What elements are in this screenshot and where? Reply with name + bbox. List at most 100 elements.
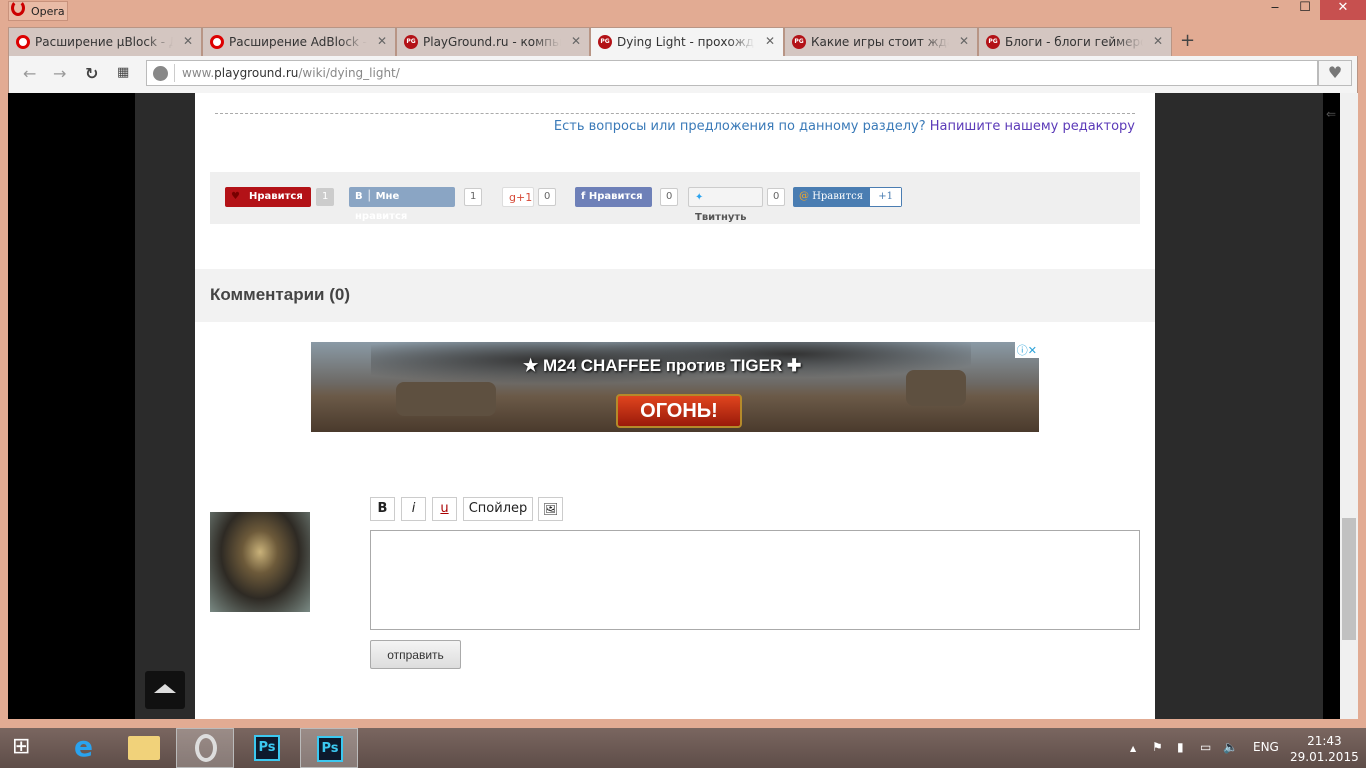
folder-icon (128, 736, 160, 760)
pg-like-button[interactable]: ♥ Нравится (225, 187, 311, 207)
tab-strip: Расширение µBlock - Доп✕ Расширение AdBl… (8, 27, 1208, 57)
social-share-bar: ♥ Нравится 1 В │ Мне нравится 1 g+1 0 f Н… (210, 172, 1140, 224)
tab-active[interactable]: PGDying Light - прохождени✕ (590, 27, 784, 57)
twitter-count: 0 (767, 188, 786, 206)
pg-icon: PG (986, 35, 1000, 49)
divider (215, 113, 1135, 114)
windows-icon: ⊞ (12, 734, 31, 759)
close-tab-icon[interactable]: ✕ (959, 34, 969, 48)
tank-image (396, 382, 496, 416)
volume-icon[interactable]: 🔈 (1223, 740, 1238, 754)
tab[interactable]: PGPlayGround.ru - компьюте✕ (396, 27, 590, 56)
ad-cta-button[interactable]: ОГОНЬ! (616, 394, 742, 428)
taskbar: ⊞ e Ps Ps ▲ ⚑ ▮ ▭ 🔈 ENG 21:43 29.01.2015 (0, 728, 1366, 768)
arrow-left-icon[interactable]: ⇐ (1326, 107, 1336, 121)
feedback-line: Есть вопросы или предложения по данному … (553, 119, 1135, 134)
clock[interactable]: 21:43 29.01.2015 (1290, 733, 1359, 765)
taskbar-photoshop[interactable]: Ps (300, 728, 358, 768)
address-bar[interactable]: www.playground.ru/wiki/dying_light/ (146, 60, 1318, 86)
web-page: ⇐ Есть вопросы или предложения по данном… (8, 93, 1358, 719)
opera-icon (16, 35, 30, 49)
pg-like-count: 1 (316, 188, 335, 206)
ad-banner[interactable]: ★ M24 CHAFFEE против TIGER ✚ ОГОНЬ! ⓘ✕ (311, 342, 1039, 432)
left-gutter (135, 93, 195, 719)
facebook-like-button[interactable]: f Нравится (575, 187, 652, 207)
write-editor-link[interactable]: Напишите нашему редактору (930, 119, 1135, 134)
vk-like-button[interactable]: В │ Мне нравится (349, 187, 455, 222)
ad-headline: ★ M24 CHAFFEE против TIGER ✚ (523, 356, 802, 375)
spoiler-button[interactable]: Спойлер (463, 497, 533, 521)
user-avatar (210, 512, 310, 612)
mailru-like-button[interactable]: @ Нравится +1 (793, 187, 902, 207)
twitter-button[interactable]: ✦ Твитнуть (688, 187, 763, 223)
taskbar-photoshop[interactable]: Ps (238, 728, 296, 768)
taskbar-ie[interactable]: e (58, 728, 116, 768)
tab[interactable]: Расширение µBlock - Доп✕ (8, 27, 202, 56)
minimize-button[interactable]: ‒ (1260, 0, 1290, 20)
content: Есть вопросы или предложения по данному … (195, 93, 1155, 719)
insert-image-button[interactable]: 🖼 (538, 497, 563, 521)
battery-icon[interactable]: ▮ (1177, 740, 1184, 754)
tab[interactable]: Расширение AdBlock - До✕ (202, 27, 396, 56)
tank-image (906, 370, 966, 406)
taskbar-explorer[interactable] (116, 728, 174, 768)
network-icon[interactable]: ▭ (1200, 740, 1211, 754)
facebook-icon: f (581, 191, 586, 202)
close-tab-icon[interactable]: ✕ (183, 34, 193, 48)
speed-dial-icon[interactable]: ▦ (117, 65, 129, 80)
toolbar: ← → ↻ ▦ www.playground.ru/wiki/dying_lig… (8, 56, 1358, 93)
vk-like-count: 1 (464, 188, 483, 206)
opera-menu-button[interactable]: Opera (8, 0, 68, 21)
italic-button[interactable]: i (401, 497, 426, 521)
close-tab-icon[interactable]: ✕ (377, 34, 387, 48)
scrollbar[interactable] (1340, 93, 1358, 719)
mailru-like-count: +1 (870, 188, 901, 206)
new-tab-button[interactable]: + (1180, 30, 1195, 51)
start-button[interactable]: ⊞ (0, 728, 58, 768)
language-indicator[interactable]: ENG (1253, 740, 1279, 754)
pg-icon: PG (404, 35, 418, 49)
tab[interactable]: PGБлоги - блоги геймеров, ✕ (978, 27, 1172, 56)
show-hidden-icons[interactable]: ▲ (1130, 744, 1136, 753)
tab[interactable]: PGКакие игры стоит ждать в✕ (784, 27, 978, 56)
right-gutter (1155, 93, 1323, 719)
close-tab-icon[interactable]: ✕ (765, 34, 775, 48)
reload-icon[interactable]: ↻ (85, 64, 98, 83)
bold-button[interactable]: B (370, 497, 395, 521)
adchoices-icon[interactable]: ⓘ✕ (1014, 342, 1039, 358)
site-info-icon[interactable] (153, 66, 168, 81)
maximize-button[interactable]: ☐ (1290, 0, 1320, 20)
mailru-icon: @ (799, 191, 809, 202)
facebook-like-count: 0 (660, 188, 679, 206)
opera-logo-icon (11, 0, 25, 16)
twitter-icon: ✦ (695, 192, 704, 203)
back-icon[interactable]: ← (23, 64, 36, 83)
flag-icon[interactable]: ⚑ (1152, 740, 1163, 754)
vk-icon: В (355, 191, 363, 202)
pg-icon: PG (598, 35, 612, 49)
heart-icon: ♥ (231, 191, 240, 202)
pg-icon: PG (792, 35, 806, 49)
google-plus-count: 0 (538, 188, 557, 206)
google-plus-button[interactable]: g+1 (502, 187, 534, 207)
image-icon: 🖼 (542, 502, 559, 516)
url-text[interactable]: www.playground.ru/wiki/dying_light/ (182, 66, 400, 80)
scrollbar-thumb[interactable] (1342, 518, 1356, 640)
close-tab-icon[interactable]: ✕ (1153, 34, 1163, 48)
title-bar: Opera ‒ ☐ ✕ (0, 0, 1366, 26)
ie-icon: e (74, 730, 93, 763)
taskbar-opera[interactable] (176, 728, 234, 768)
forward-icon[interactable]: → (53, 64, 66, 83)
divider (174, 64, 175, 82)
scroll-to-top-button[interactable] (145, 671, 185, 709)
bookmark-heart-icon[interactable]: ♥ (1318, 60, 1352, 86)
comment-textarea[interactable] (370, 530, 1140, 630)
close-window-button[interactable]: ✕ (1320, 0, 1366, 20)
photoshop-icon: Ps (317, 736, 343, 762)
underline-button[interactable]: u (432, 497, 457, 521)
opera-icon (210, 35, 224, 49)
photoshop-icon: Ps (254, 735, 280, 761)
comments-title: Комментарии (0) (195, 269, 1155, 322)
send-button[interactable]: отправить (370, 640, 461, 669)
close-tab-icon[interactable]: ✕ (571, 34, 581, 48)
